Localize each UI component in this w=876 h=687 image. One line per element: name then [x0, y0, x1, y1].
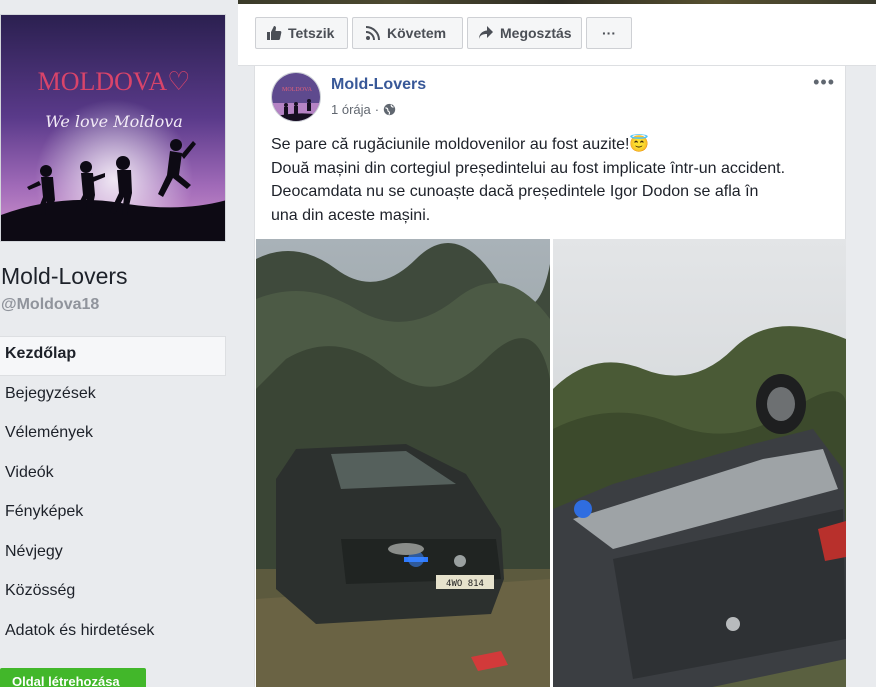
- share-button-label: Megosztás: [500, 25, 572, 41]
- nav-item-home[interactable]: Kezdőlap: [0, 336, 226, 376]
- post-options-icon[interactable]: •••: [813, 72, 835, 93]
- like-page-button[interactable]: Tetszik: [255, 17, 348, 49]
- share-arrow-icon: [479, 26, 493, 39]
- author-avatar[interactable]: MOLDOVA: [271, 72, 321, 122]
- cover-subtitle: We love Moldova: [45, 112, 183, 131]
- share-page-button[interactable]: Megosztás: [467, 17, 582, 49]
- more-dots-icon: ···: [602, 25, 616, 41]
- page-navigation: Kezdőlap Bejegyzések Vélemények Videók F…: [0, 336, 226, 652]
- page-name[interactable]: Mold-Lovers: [1, 263, 128, 290]
- post-line: Deocamdata nu se cunoaște dacă președint…: [271, 183, 759, 200]
- nav-item-posts[interactable]: Bejegyzések: [0, 376, 226, 416]
- more-options-button[interactable]: ···: [586, 17, 632, 49]
- nav-item-reviews[interactable]: Vélemények: [0, 415, 226, 455]
- post-meta: 1 órája ·: [331, 102, 396, 117]
- like-button-label: Tetszik: [288, 25, 335, 41]
- post-card: MOLDOVA Mold-Lovers 1 órája · ••• Se par…: [254, 66, 846, 687]
- follow-page-button[interactable]: Követem: [352, 17, 463, 49]
- post-photo-overturned-car[interactable]: [553, 239, 846, 687]
- globe-privacy-icon[interactable]: [383, 103, 396, 116]
- nav-item-info-and-ads[interactable]: Adatok és hirdetések: [0, 613, 226, 653]
- post-author-name[interactable]: Mold-Lovers: [331, 76, 426, 94]
- license-plate: 4WO 814: [446, 579, 484, 589]
- nav-item-community[interactable]: Közösség: [0, 573, 226, 613]
- post-line: una din aceste mașini.: [271, 206, 431, 224]
- nav-item-videos[interactable]: Videók: [0, 455, 226, 495]
- follow-button-label: Követem: [387, 25, 447, 41]
- thumbs-up-icon: [267, 26, 282, 40]
- post-line: Două mașini din cortegiul președintelui …: [271, 159, 786, 177]
- post-line: Se pare că rugăciunile moldovenilor au f…: [271, 136, 650, 153]
- post-message: Se pare că rugăciunile moldovenilor au f…: [271, 133, 839, 227]
- rss-follow-icon: [365, 26, 380, 41]
- cover-title: MOLDOVA♡: [38, 67, 191, 96]
- svg-text:MOLDOVA: MOLDOVA: [282, 87, 313, 93]
- nav-item-photos[interactable]: Fényképek: [0, 494, 226, 534]
- page-action-bar: Tetszik Követem Megosztás ···: [238, 4, 876, 66]
- page-handle[interactable]: @Moldova18: [1, 296, 99, 314]
- page-profile-picture[interactable]: MOLDOVA♡ We love Moldova: [0, 14, 226, 242]
- create-page-button[interactable]: Oldal létrehozása: [0, 668, 146, 687]
- post-photo-suv[interactable]: 4WO 814: [256, 239, 550, 687]
- page-sidebar: MOLDOVA♡ We love Moldova Mold-Lovers @Mo…: [0, 0, 238, 687]
- meta-separator: ·: [374, 102, 380, 117]
- nav-item-about[interactable]: Névjegy: [0, 534, 226, 574]
- post-timestamp[interactable]: 1 órája: [331, 102, 371, 117]
